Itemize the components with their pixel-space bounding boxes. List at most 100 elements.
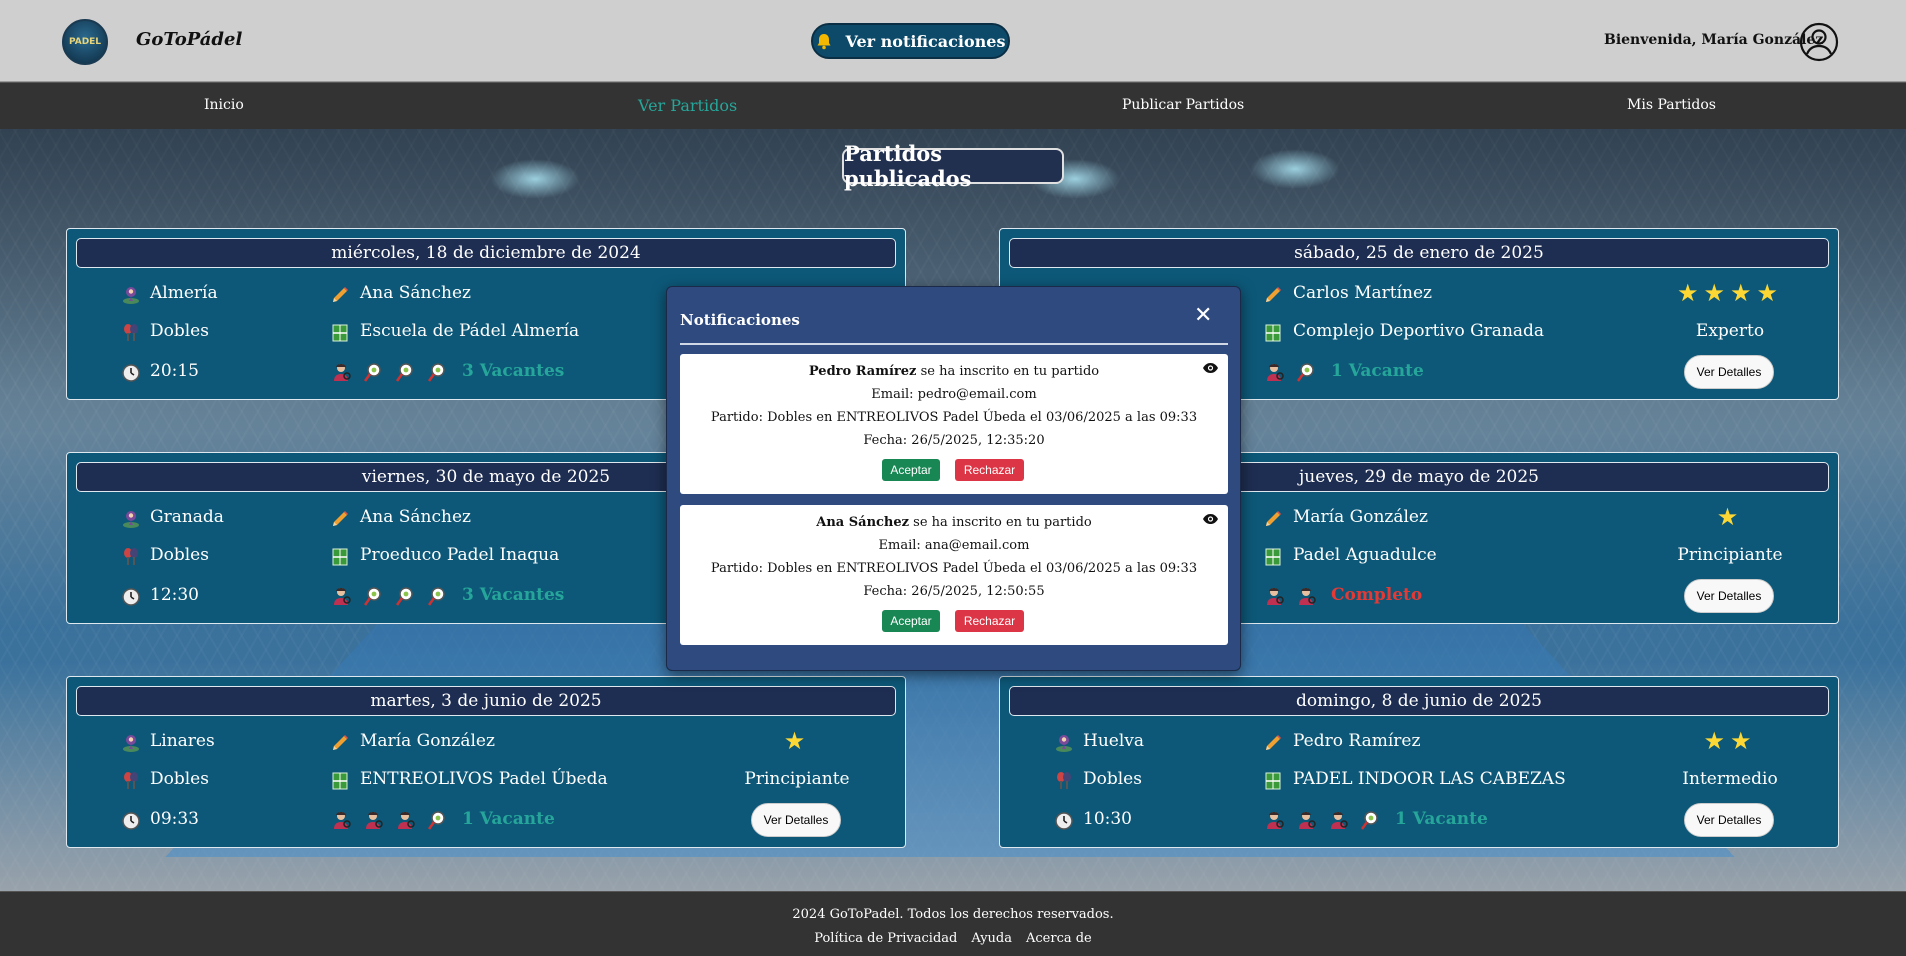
page-title: Partidos publicados xyxy=(842,141,1064,191)
accept-button[interactable]: Aceptar xyxy=(882,459,940,481)
player-slots xyxy=(330,361,448,383)
star-icon: ★ xyxy=(1730,727,1757,755)
notification-user: Pedro Ramírez xyxy=(808,364,917,379)
empty-slot-icon[interactable] xyxy=(426,809,448,831)
match-time: 10:30 xyxy=(1083,809,1132,829)
pencil-icon xyxy=(1263,285,1283,305)
match-city: Granada xyxy=(150,507,224,527)
view-details-button[interactable]: Ver Detalles xyxy=(1684,579,1774,613)
match-level: Experto xyxy=(1695,321,1765,341)
clock-icon xyxy=(121,363,141,383)
match-level: Principiante xyxy=(744,769,850,789)
player-slots xyxy=(330,809,448,831)
ceiling-light xyxy=(1250,149,1340,189)
player-slots xyxy=(1263,809,1381,831)
notification-date: Fecha: 26/5/2025, 12:35:20 xyxy=(863,433,1045,448)
match-venue: ENTREOLIVOS Padel Úbeda xyxy=(360,769,608,789)
header: PADEL GoToPádel Ver notificaciones Bienv… xyxy=(0,0,1906,82)
player-icon xyxy=(1263,809,1285,831)
empty-slot-icon[interactable] xyxy=(1359,809,1381,831)
notification-headline: Pedro Ramírez se ha inscrito en tu parti… xyxy=(680,364,1228,379)
player-icon xyxy=(1295,585,1317,607)
vacancy-status: 1 Vacante xyxy=(1395,809,1488,829)
logo-text: PADEL xyxy=(68,37,102,47)
footer-links: Política de Privacidad Ayuda Acerca de xyxy=(0,931,1906,946)
rackets-icon xyxy=(121,771,141,791)
nav-item-inicio[interactable]: Inicio xyxy=(204,97,244,113)
accept-button[interactable]: Aceptar xyxy=(882,610,940,632)
notification-headline: Ana Sánchez se ha inscrito en tu partido xyxy=(680,515,1228,530)
level-stars: ★★ xyxy=(1650,727,1810,755)
footer-link-about[interactable]: Acerca de xyxy=(1026,931,1092,946)
court-icon xyxy=(330,323,350,343)
view-details-button[interactable]: Ver Detalles xyxy=(1684,355,1774,389)
empty-slot-icon[interactable] xyxy=(362,585,384,607)
star-icon: ★ xyxy=(1703,279,1730,307)
pencil-icon xyxy=(330,509,350,529)
pencil-icon xyxy=(330,733,350,753)
view-details-button[interactable]: Ver Detalles xyxy=(751,803,841,837)
match-date: miércoles, 18 de diciembre de 2024 xyxy=(76,238,896,268)
match-creator: Carlos Martínez xyxy=(1293,283,1432,303)
close-icon[interactable]: ✕ xyxy=(1194,303,1212,328)
notification-action: se ha inscrito en tu partido xyxy=(909,515,1092,530)
match-level: Intermedio xyxy=(1682,769,1778,789)
match-venue: Padel Aguadulce xyxy=(1293,545,1437,565)
logo[interactable]: PADEL xyxy=(62,19,108,65)
ceiling-light xyxy=(490,159,580,199)
player-icon xyxy=(362,809,384,831)
notifications-button-label: Ver notificaciones xyxy=(845,31,1006,51)
footer-link-privacy[interactable]: Política de Privacidad xyxy=(814,931,957,946)
player-icon xyxy=(1263,585,1285,607)
bell-icon xyxy=(817,33,831,49)
reject-button[interactable]: Rechazar xyxy=(955,459,1024,481)
clock-icon xyxy=(121,587,141,607)
empty-slot-icon[interactable] xyxy=(394,585,416,607)
player-icon xyxy=(330,585,352,607)
nav-item-ver-partidos[interactable]: Ver Partidos xyxy=(638,96,737,115)
match-time: 20:15 xyxy=(150,361,199,381)
level-stars: ★ xyxy=(717,727,877,755)
match-time: 09:33 xyxy=(150,809,199,829)
star-icon: ★ xyxy=(1676,279,1704,307)
match-venue: PADEL INDOOR LAS CABEZAS xyxy=(1293,769,1566,789)
match-time: 12:30 xyxy=(150,585,199,605)
court-icon xyxy=(330,547,350,567)
match-date: domingo, 8 de junio de 2025 xyxy=(1009,686,1829,716)
notification-email: Email: pedro@email.com xyxy=(871,387,1037,402)
footer-link-help[interactable]: Ayuda xyxy=(971,931,1012,946)
view-details-button[interactable]: Ver Detalles xyxy=(1684,803,1774,837)
match-venue: Escuela de Pádel Almería xyxy=(360,321,580,341)
map-pin-icon xyxy=(121,509,141,529)
empty-slot-icon[interactable] xyxy=(394,361,416,383)
level-stars: ★ xyxy=(1650,503,1810,531)
match-date: martes, 3 de junio de 2025 xyxy=(76,686,896,716)
player-icon xyxy=(394,809,416,831)
pencil-icon xyxy=(1263,733,1283,753)
nav-item-publicar-partidos[interactable]: Publicar Partidos xyxy=(1122,97,1244,113)
player-slots xyxy=(1263,585,1317,607)
star-icon: ★ xyxy=(1730,279,1757,307)
reject-button[interactable]: Rechazar xyxy=(955,610,1024,632)
pencil-icon xyxy=(1263,509,1283,529)
vacancy-status: 3 Vacantes xyxy=(462,585,565,605)
brand-name: GoToPádel xyxy=(136,29,243,50)
map-pin-icon xyxy=(121,285,141,305)
map-pin-icon xyxy=(1054,733,1074,753)
player-icon xyxy=(1263,361,1285,383)
rackets-icon xyxy=(121,323,141,343)
player-icon xyxy=(1295,809,1317,831)
empty-slot-icon[interactable] xyxy=(426,361,448,383)
nav-item-mis-partidos[interactable]: Mis Partidos xyxy=(1627,97,1716,113)
empty-slot-icon[interactable] xyxy=(362,361,384,383)
footer-copyright: 2024 GoToPadel. Todos los derechos reser… xyxy=(792,907,1114,922)
notification-email: Email: ana@email.com xyxy=(878,538,1030,553)
match-creator: Ana Sánchez xyxy=(360,283,471,303)
player-icon xyxy=(330,361,352,383)
welcome-text: Bienvenida, María González xyxy=(1604,32,1824,48)
notifications-button[interactable]: Ver notificaciones xyxy=(811,23,1010,59)
empty-slot-icon[interactable] xyxy=(426,585,448,607)
match-city: Almería xyxy=(150,283,218,303)
empty-slot-icon[interactable] xyxy=(1295,361,1317,383)
user-icon[interactable] xyxy=(1799,22,1839,62)
